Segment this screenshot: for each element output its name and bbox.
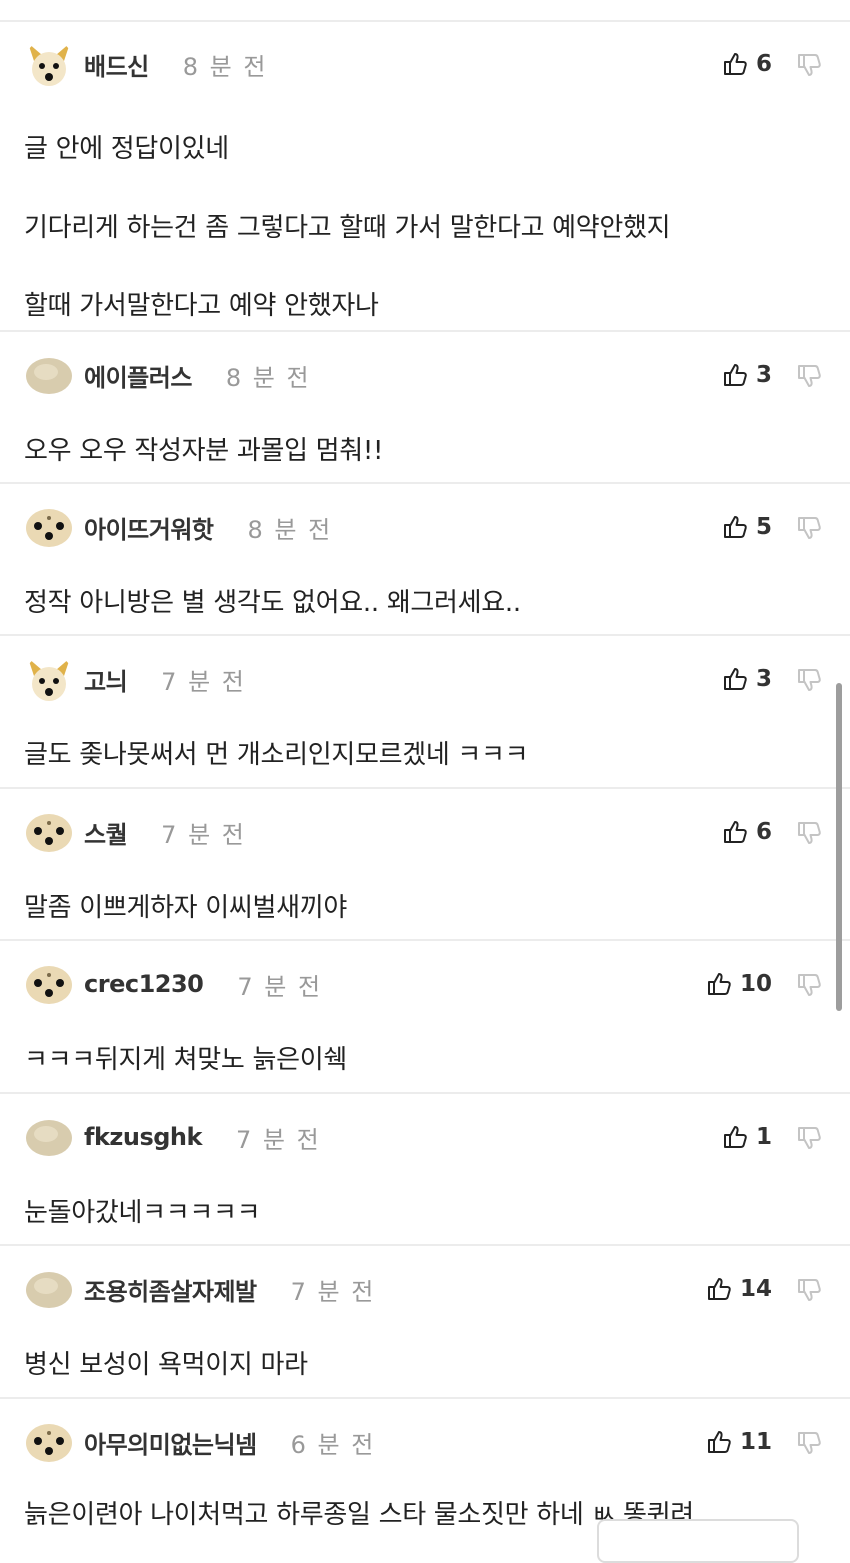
like-count: 11 [739,1429,772,1455]
comment-header: crec1230 7 분 전 [24,959,322,1009]
comment-item: 아이뜨거워핫 8 분 전 5 정작 아니방은 별 생각도 없어요.. 왜그러세요.. [0,484,850,636]
like-button[interactable]: 3 [722,362,772,388]
comment-header: 아이뜨거워핫 8 분 전 [24,502,332,552]
thumbs-up-icon [722,819,748,845]
comment-item: 스퀄 7 분 전 6 말좀 이쁘게하자 이씨벌새끼야 [0,789,850,941]
thumbs-down-icon[interactable] [796,52,822,78]
spotted-face-avatar[interactable] [24,502,74,552]
thumbs-up-icon [722,666,748,692]
like-count: 1 [755,1124,772,1150]
thumbs-up-icon [722,1124,748,1150]
thumbs-down-icon[interactable] [796,972,822,998]
thumbs-down-icon[interactable] [796,820,822,846]
thumbs-up-icon [706,1276,732,1302]
like-count: 10 [739,971,772,997]
comment-header: 고늬 7 분 전 [24,654,246,704]
spotted-face-avatar[interactable] [24,807,74,857]
like-button[interactable]: 6 [722,51,772,77]
comment-text: 늙은이련아 나이처먹고 하루종일 스타 물소짓만 하네 ㅄ 똥퀴려 [24,1500,694,1530]
comment-nickname[interactable]: 아이뜨거워핫 [84,510,214,545]
comment-nickname[interactable]: 에이플러스 [84,358,192,393]
like-count: 14 [739,1276,772,1302]
comment-text: 병신 보성이 욕먹이지 마라 [24,1350,308,1380]
thumbs-up-icon [722,51,748,77]
comment-text: 기다리게 하는건 좀 그렇다고 할때 가서 말한다고 예약안했지 [24,213,671,243]
comment-header: fkzusghk 7 분 전 [24,1112,321,1162]
comment-nickname[interactable]: fkzusghk [84,1123,202,1151]
comment-nickname[interactable]: 스퀄 [84,815,128,850]
thumbs-down-icon[interactable] [796,1430,822,1456]
like-button[interactable]: 6 [722,819,772,845]
comment-nickname[interactable]: 고늬 [84,662,128,697]
comment-header: 스퀄 7 분 전 [24,807,246,857]
comment-time: 7 분 전 [235,1125,321,1154]
comment-text: 글도 좆나못써서 먼 개소리인지모르겠네 ㅋㅋㅋ [24,740,529,770]
comment-time: 8 분 전 [182,52,268,81]
thumbs-up-icon [706,971,732,997]
comment-header: 아무의미없는닉넴 6 분 전 [24,1417,375,1467]
like-count: 6 [755,51,772,77]
comment-time: 6 분 전 [290,1430,376,1459]
like-button[interactable]: 5 [722,514,772,540]
white-dog-avatar[interactable] [24,654,74,704]
comment-text: 할때 가서말한다고 예약 안했자나 [24,291,379,321]
like-button[interactable]: 14 [706,1276,772,1302]
thumbs-up-icon [706,1429,732,1455]
thumbs-down-icon[interactable] [796,1277,822,1303]
white-dog-avatar[interactable] [24,39,74,89]
thumbs-down-icon[interactable] [796,363,822,389]
like-count: 6 [755,819,772,845]
comment-text: 글 안에 정답이있네 [24,134,229,164]
comment-nickname[interactable]: crec1230 [84,970,204,998]
beige-blob-avatar[interactable] [24,1112,74,1162]
scrollbar[interactable] [836,683,842,1011]
comment-time: 8 분 전 [225,363,311,392]
comment-item: 에이플러스 8 분 전 3 오우 오우 작성자분 과몰입 멈춰!! [0,332,850,484]
thumbs-up-icon [722,514,748,540]
like-button[interactable]: 10 [706,971,772,997]
comment-text: 정작 아니방은 별 생각도 없어요.. 왜그러세요.. [24,588,521,618]
thumbs-up-icon [722,362,748,388]
comment-text: ㅋㅋㅋ뒤지게 쳐맞노 늙은이쉑 [24,1045,347,1075]
like-count: 3 [755,666,772,692]
comment-text: 눈돌아갔네ㅋㅋㅋㅋㅋ [24,1198,261,1228]
comment-item: crec1230 7 분 전 10 ㅋㅋㅋ뒤지게 쳐맞노 늙은이쉑 [0,941,850,1094]
comment-time: 7 분 전 [290,1277,376,1306]
comment-item: 고늬 7 분 전 3 글도 좆나못써서 먼 개소리인지모르겠네 ㅋㅋㅋ [0,636,850,789]
comment-header: 에이플러스 8 분 전 [24,350,311,400]
comment-header: 배드신 8 분 전 [24,39,267,89]
comment-nickname[interactable]: 아무의미없는닉넴 [84,1425,257,1460]
comment-item: 배드신 8 분 전 6 글 안에 정답이있네기다리게 하는건 좀 그렇다고 할때 가서… [0,22,850,332]
spotted-face-avatar[interactable] [24,1417,74,1467]
comment-text: 오우 오우 작성자분 과몰입 멈춰!! [24,436,384,466]
thumbs-down-icon[interactable] [796,1125,822,1151]
thumbs-down-icon[interactable] [796,515,822,541]
comment-item: 조용히좀살자제발 7 분 전 14 병신 보성이 욕먹이지 마라 [0,1246,850,1399]
comment-nickname[interactable]: 조용히좀살자제발 [84,1272,257,1307]
comment-time: 8 분 전 [247,515,333,544]
beige-blob-avatar[interactable] [24,1264,74,1314]
thumbs-down-icon[interactable] [796,667,822,693]
like-button[interactable]: 1 [722,1124,772,1150]
comment-time: 7 분 전 [161,820,246,849]
like-count: 5 [755,514,772,540]
comment-header: 조용히좀살자제발 7 분 전 [24,1264,375,1314]
comment-text: 말좀 이쁘게하자 이씨벌새끼야 [24,893,347,923]
like-count: 3 [755,362,772,388]
comment-time: 7 분 전 [161,667,246,696]
spotted-face-avatar[interactable] [24,959,74,1009]
beige-blob-avatar[interactable] [24,350,74,400]
comment-nickname[interactable]: 배드신 [84,47,149,82]
comment-item: fkzusghk 7 분 전 1 눈돌아갔네ㅋㅋㅋㅋㅋ [0,1094,850,1246]
comment-time: 7 분 전 [237,972,323,1001]
floating-button[interactable] [597,1519,799,1563]
like-button[interactable]: 3 [722,666,772,692]
like-button[interactable]: 11 [706,1429,772,1455]
